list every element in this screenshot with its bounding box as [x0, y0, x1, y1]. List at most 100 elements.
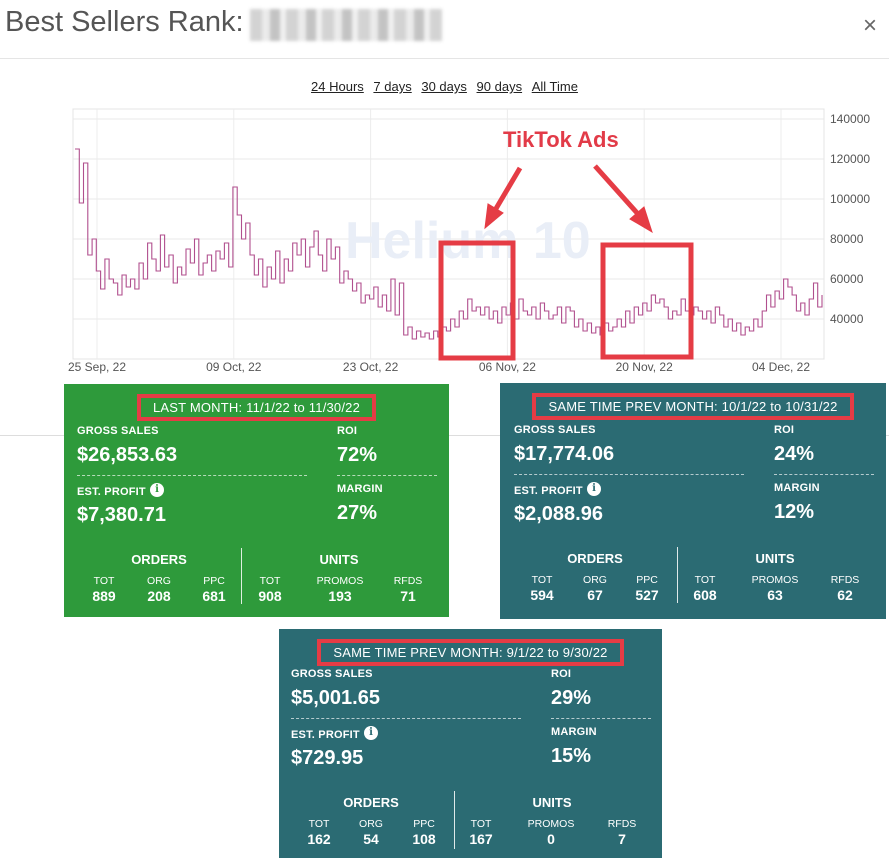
units-promos-value: 0 — [547, 831, 555, 847]
y-tick-label: 80000 — [830, 232, 864, 246]
card-heading: LAST MONTH: 11/1/22 to 11/30/22 — [136, 394, 377, 421]
tiktok-ads-annotation: TikTok Ads — [503, 127, 619, 152]
range-all-time[interactable]: All Time — [532, 79, 578, 94]
gross-sales-value: $17,774.06 — [514, 443, 615, 465]
y-tick-label: 100000 — [830, 192, 870, 206]
orders-tot-value: 162 — [307, 831, 331, 847]
units-rfds-label: RFDS — [393, 575, 423, 587]
units-tot-value: 608 — [693, 587, 717, 603]
x-tick-label: 23 Oct, 22 — [343, 360, 399, 374]
orders-ppc-value: 108 — [412, 831, 436, 847]
card-heading: SAME TIME PREV MONTH: 9/1/22 to 9/30/22 — [317, 639, 624, 666]
dashed-divider — [77, 475, 307, 476]
margin-label: MARGIN — [337, 483, 383, 495]
orders-org-label: ORG — [583, 574, 607, 586]
units-tot-value: 167 — [469, 831, 493, 847]
stats-card-last-month: LAST MONTH: 11/1/22 to 11/30/22 GROSS SA… — [64, 384, 449, 617]
margin-value: 27% — [337, 502, 378, 524]
blurred-product-name — [250, 9, 442, 41]
orders-org-value: 208 — [147, 588, 171, 604]
tiktok-highlight-box-2 — [600, 242, 694, 360]
range-30-days[interactable]: 30 days — [421, 79, 467, 94]
close-icon[interactable]: × — [863, 12, 877, 40]
x-tick-label: 20 Nov, 22 — [616, 360, 673, 374]
orders-tot-value: 889 — [92, 588, 116, 604]
units-rfds-value: 62 — [837, 587, 853, 603]
units-rfds-value: 7 — [618, 831, 626, 847]
gross-sales-label: GROSS SALES — [77, 425, 159, 437]
range-90-days[interactable]: 90 days — [477, 79, 523, 94]
units-tot-value: 908 — [258, 588, 282, 604]
roi-value: 29% — [551, 687, 592, 709]
y-tick-label: 140000 — [830, 112, 870, 126]
orders-title: ORDERS — [131, 552, 187, 567]
units-tot-label: TOT — [259, 575, 281, 587]
roi-value: 24% — [774, 443, 815, 465]
orders-units-separator — [454, 791, 455, 849]
orders-tot-label: TOT — [308, 818, 330, 830]
est-profit-label: EST. PROFIT — [291, 729, 360, 741]
info-icon[interactable]: i — [587, 482, 601, 496]
gross-sales-value: $5,001.65 — [291, 687, 380, 709]
orders-title: ORDERS — [567, 551, 623, 566]
roi-value: 72% — [337, 444, 378, 466]
modal-title: Best Sellers Rank: — [5, 6, 244, 38]
orders-org-value: 67 — [587, 587, 603, 603]
orders-tot-label: TOT — [531, 574, 553, 586]
units-rfds-label: RFDS — [830, 574, 860, 586]
margin-value: 12% — [774, 501, 815, 523]
y-tick-label: 40000 — [830, 312, 864, 326]
dashed-divider — [514, 474, 744, 475]
x-tick-label: 25 Sep, 22 — [68, 360, 126, 374]
modal-header: Best Sellers Rank: × — [0, 0, 889, 59]
dashed-divider — [551, 718, 651, 719]
orders-ppc-value: 527 — [635, 587, 659, 603]
range-7-days[interactable]: 7 days — [373, 79, 411, 94]
info-icon[interactable]: i — [150, 483, 164, 497]
y-tick-label: 120000 — [830, 152, 870, 166]
units-rfds-value: 71 — [400, 588, 416, 604]
x-tick-label: 06 Nov, 22 — [479, 360, 536, 374]
units-tot-label: TOT — [470, 818, 492, 830]
est-profit-label: EST. PROFIT — [514, 485, 583, 497]
units-promos-label: PROMOS — [751, 574, 799, 586]
stats-card-prev-month-sep: SAME TIME PREV MONTH: 9/1/22 to 9/30/22 … — [279, 629, 662, 858]
units-title: UNITS — [755, 551, 795, 566]
est-profit-value: $729.95 — [291, 747, 364, 769]
orders-title: ORDERS — [343, 795, 399, 810]
dashed-divider — [337, 475, 437, 476]
orders-units-separator — [677, 547, 678, 603]
margin-value: 15% — [551, 745, 592, 767]
gross-sales-label: GROSS SALES — [291, 668, 373, 680]
orders-org-value: 54 — [363, 831, 379, 847]
roi-label: ROI — [337, 425, 358, 437]
units-promos-label: PROMOS — [527, 818, 575, 830]
orders-org-label: ORG — [147, 575, 171, 587]
card-heading: SAME TIME PREV MONTH: 10/1/22 to 10/31/2… — [532, 393, 854, 420]
gross-sales-value: $26,853.63 — [77, 444, 178, 466]
dashed-divider — [291, 718, 521, 719]
stats-card-prev-month-oct: SAME TIME PREV MONTH: 10/1/22 to 10/31/2… — [500, 383, 886, 619]
units-title: UNITS — [532, 795, 572, 810]
range-24-hours[interactable]: 24 Hours — [311, 79, 364, 94]
x-axis-ticks: 25 Sep, 22 09 Oct, 22 23 Oct, 22 06 Nov, 22… — [68, 360, 810, 374]
units-tot-label: TOT — [694, 574, 716, 586]
dashed-divider — [774, 474, 874, 475]
roi-label: ROI — [774, 424, 795, 436]
y-tick-label: 60000 — [830, 272, 864, 286]
orders-ppc-label: PPC — [203, 575, 225, 587]
orders-tot-value: 594 — [530, 587, 554, 603]
roi-label: ROI — [551, 668, 572, 680]
orders-units-separator — [241, 548, 242, 604]
est-profit-value: $7,380.71 — [77, 504, 166, 526]
info-icon[interactable]: i — [364, 726, 378, 740]
orders-ppc-label: PPC — [413, 818, 435, 830]
orders-ppc-value: 681 — [202, 588, 226, 604]
est-profit-value: $2,088.96 — [514, 503, 603, 525]
gross-sales-label: GROSS SALES — [514, 424, 596, 436]
margin-label: MARGIN — [551, 726, 597, 738]
time-range-links: 24 Hours 7 days 30 days 90 days All Time — [0, 79, 889, 94]
x-tick-label: 09 Oct, 22 — [206, 360, 262, 374]
orders-ppc-label: PPC — [636, 574, 658, 586]
units-promos-label: PROMOS — [316, 575, 364, 587]
